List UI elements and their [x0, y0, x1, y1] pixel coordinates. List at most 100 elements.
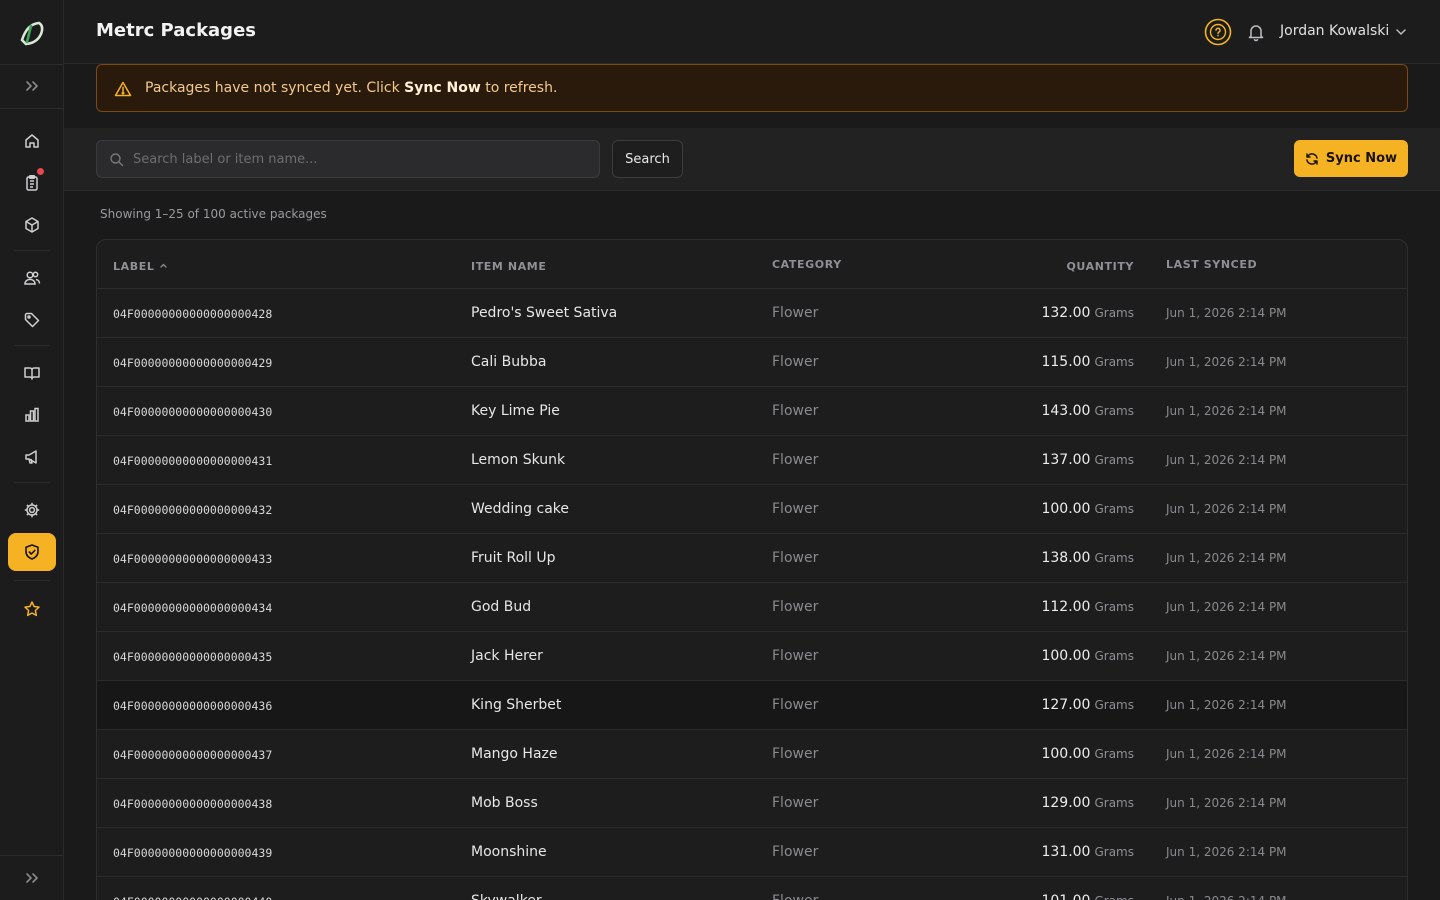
package-label: 04F00000000000000000435: [113, 650, 273, 664]
table-row[interactable]: 04F00000000000000000440 Skywalker Flower 10…: [97, 877, 1407, 900]
sidebar-collapse-button[interactable]: [8, 859, 56, 897]
last-synced: Jun 1, 2026 2:14 PM: [1166, 747, 1287, 761]
quantity-value: 100.00: [1041, 648, 1091, 664]
sidebar: [0, 0, 64, 900]
package-label: 04F00000000000000000429: [113, 356, 273, 370]
quantity: 100.00 Grams: [1041, 648, 1134, 664]
bell-icon[interactable]: [1246, 22, 1266, 42]
table-row[interactable]: 04F00000000000000000434 God Bud Flower 112.…: [97, 583, 1407, 632]
chevron-down-icon[interactable]: [1394, 25, 1408, 39]
sidebar-item-inventory[interactable]: [8, 206, 56, 244]
help-icon[interactable]: [1204, 18, 1232, 46]
table-row[interactable]: 04F00000000000000000435 Jack Herer Flower 1…: [97, 632, 1407, 681]
table-row[interactable]: 04F00000000000000000438 Mob Boss Flower 129…: [97, 779, 1407, 828]
quantity-unit: Grams: [1094, 453, 1134, 467]
item-name: Jack Herer: [471, 648, 543, 664]
sidebar-item-customers[interactable]: [8, 259, 56, 297]
last-synced: Jun 1, 2026 2:14 PM: [1166, 404, 1287, 418]
chevrons-right-icon: [26, 873, 38, 883]
category: Flower: [772, 795, 819, 811]
users-icon: [24, 271, 41, 285]
table-row[interactable]: 04F00000000000000000436 King Sherbet Flowe…: [97, 681, 1407, 730]
search-button[interactable]: Search: [612, 140, 683, 178]
table-body: 04F00000000000000000428 Pedro's Sweet Sat…: [97, 289, 1407, 900]
quantity-unit: Grams: [1094, 600, 1134, 614]
quantity: 112.00 Grams: [1041, 599, 1134, 615]
table-row[interactable]: 04F00000000000000000439 Moonshine Flower 13…: [97, 828, 1407, 877]
box-icon: [25, 217, 39, 233]
item-name: Pedro's Sweet Sativa: [471, 305, 618, 321]
sidebar-item-orders[interactable]: [8, 164, 56, 202]
quantity-value: 127.00: [1041, 697, 1091, 713]
book-open-icon: [24, 367, 40, 380]
quantity-value: 112.00: [1041, 599, 1091, 615]
table-row[interactable]: 04F00000000000000000430 Key Lime Pie Flowe…: [97, 387, 1407, 436]
column-header-label[interactable]: LABEL: [113, 260, 168, 273]
item-name: Mob Boss: [471, 795, 538, 811]
sidebar-expand-button[interactable]: [8, 67, 56, 105]
category: Flower: [772, 746, 819, 762]
sort-asc-icon: [160, 263, 167, 268]
quantity: 100.00 Grams: [1041, 501, 1134, 517]
package-label: 04F00000000000000000434: [113, 601, 273, 615]
bar-chart-icon: [25, 407, 39, 422]
item-name: Moonshine: [471, 844, 547, 860]
quantity-value: 132.00: [1041, 305, 1091, 321]
refresh-icon: [1306, 152, 1318, 165]
shield-check-icon: [25, 544, 39, 560]
quantity-value: 137.00: [1041, 452, 1091, 468]
table-row[interactable]: 04F00000000000000000428 Pedro's Sweet Sat…: [97, 289, 1407, 338]
alert-message: Packages have not synced yet. Click Sync…: [145, 80, 558, 96]
search-input[interactable]: [133, 141, 593, 177]
sidebar-item-compliance[interactable]: [8, 533, 56, 571]
user-menu-name[interactable]: Jordan Kowalski: [1280, 23, 1389, 39]
table-row[interactable]: 04F00000000000000000429 Cali Bubba Flower 1…: [97, 338, 1407, 387]
table-row[interactable]: 04F00000000000000000431 Lemon Skunk Flower…: [97, 436, 1407, 485]
sync-now-button[interactable]: Sync Now: [1294, 140, 1408, 177]
quantity: 137.00 Grams: [1041, 452, 1134, 468]
logo-icon[interactable]: [17, 18, 47, 48]
category: Flower: [772, 305, 819, 321]
quantity-unit: Grams: [1094, 355, 1134, 369]
sidebar-item-home[interactable]: [8, 122, 56, 160]
sidebar-item-settings[interactable]: [8, 491, 56, 529]
column-header-last-synced[interactable]: LAST SYNCED: [1166, 258, 1257, 271]
sidebar-item-discounts[interactable]: [8, 301, 56, 339]
quantity-unit: Grams: [1094, 845, 1134, 859]
sidebar-item-marketing[interactable]: [8, 438, 56, 476]
category: Flower: [772, 844, 819, 860]
table-row[interactable]: 04F00000000000000000433 Fruit Roll Up Flow…: [97, 534, 1407, 583]
page-title: Metrc Packages: [96, 20, 256, 41]
results-count: Showing 1–25 of 100 active packages: [100, 207, 327, 221]
column-header-category[interactable]: CATEGORY: [772, 258, 842, 271]
package-label: 04F00000000000000000438: [113, 797, 273, 811]
table-row[interactable]: 04F00000000000000000432 Wedding cake Flowe…: [97, 485, 1407, 534]
category: Flower: [772, 354, 819, 370]
package-label: 04F00000000000000000437: [113, 748, 273, 762]
package-label: 04F00000000000000000436: [113, 699, 273, 713]
home-icon: [25, 134, 39, 148]
column-header-item-name[interactable]: ITEM NAME: [471, 260, 546, 273]
quantity: 143.00 Grams: [1041, 403, 1134, 419]
quantity-unit: Grams: [1094, 502, 1134, 516]
quantity-value: 143.00: [1041, 403, 1091, 419]
megaphone-icon: [25, 450, 37, 464]
alert-sync-now-text: Sync Now: [404, 80, 481, 96]
item-name: Skywalker: [471, 893, 542, 900]
quantity: 132.00 Grams: [1041, 305, 1134, 321]
warning-icon: [114, 81, 132, 97]
sidebar-item-favorites[interactable]: [8, 590, 56, 628]
quantity: 100.00 Grams: [1041, 746, 1134, 762]
column-header-quantity[interactable]: QUANTITY: [1066, 260, 1134, 273]
sidebar-item-reports[interactable]: [8, 396, 56, 434]
category: Flower: [772, 403, 819, 419]
last-synced: Jun 1, 2026 2:14 PM: [1166, 600, 1287, 614]
package-label: 04F00000000000000000428: [113, 307, 273, 321]
quantity-unit: Grams: [1094, 404, 1134, 418]
quantity: 127.00 Grams: [1041, 697, 1134, 713]
sidebar-item-menu[interactable]: [8, 354, 56, 392]
package-label: 04F00000000000000000431: [113, 454, 273, 468]
category: Flower: [772, 697, 819, 713]
table-row[interactable]: 04F00000000000000000437 Mango Haze Flower 1…: [97, 730, 1407, 779]
package-label: 04F00000000000000000433: [113, 552, 273, 566]
